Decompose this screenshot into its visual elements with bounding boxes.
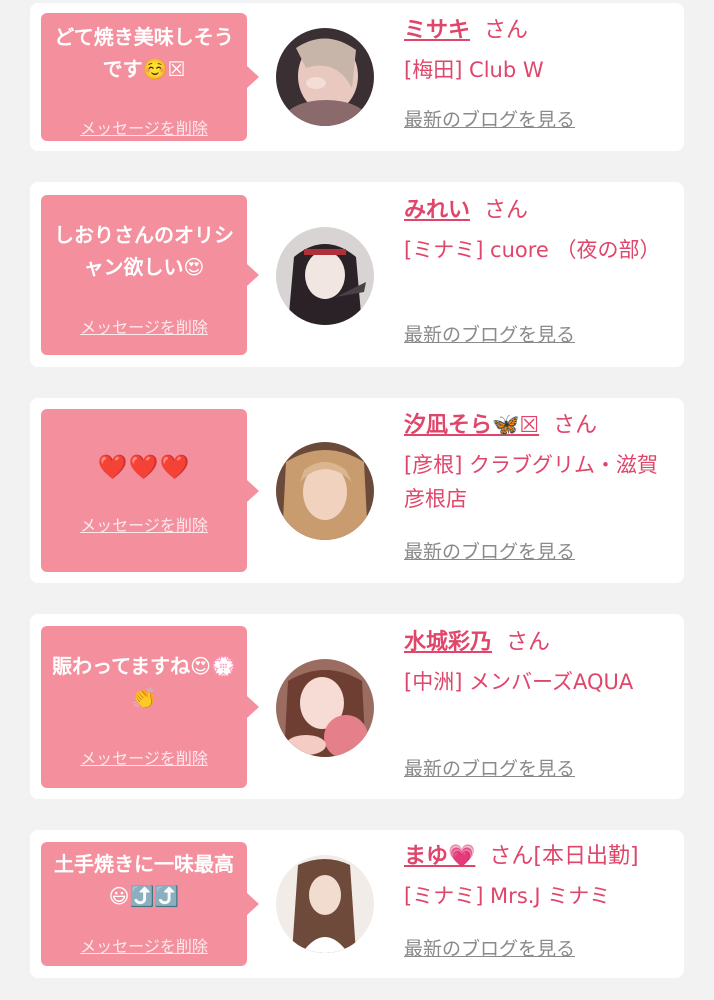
honorific: さん: [553, 413, 598, 438]
avatar[interactable]: [276, 855, 374, 953]
sender-info: ミサキ さん [梅田] Club W: [404, 14, 668, 87]
sender-info: みれい さん [ミナミ] cuore （夜の部）: [404, 194, 668, 267]
message-card: どて焼き美味しそうです☺️☒ メッセージを削除 ミサキ さん [梅田] Club …: [30, 3, 684, 151]
message-list: どて焼き美味しそうです☺️☒ メッセージを削除 ミサキ さん [梅田] Club …: [0, 0, 714, 1000]
sender-name-link[interactable]: 汐凪そら🦋☒: [404, 413, 539, 438]
sender-name-link[interactable]: ミサキ: [404, 18, 470, 43]
shop-name: [梅田] Club W: [404, 58, 544, 82]
message-text: どて焼き美味しそうです☺️☒: [54, 25, 234, 81]
shop-name: [ミナミ] Mrs.J ミナミ: [404, 884, 611, 908]
avatar[interactable]: [276, 659, 374, 757]
delete-message-link[interactable]: メッセージを削除: [41, 317, 247, 339]
message-bubble: しおりさんのオリシャン欲しい😍 メッセージを削除: [41, 195, 259, 355]
message-bubble: 賑わってますね😍💮👏 メッセージを削除: [41, 626, 259, 788]
sender-name-link[interactable]: 水城彩乃: [404, 630, 492, 655]
honorific: さん: [506, 630, 551, 655]
message-card: ❤️❤️❤️ メッセージを削除 汐凪そら🦋☒ さん [彦根] クラブグリム・滋賀彦…: [30, 398, 684, 583]
avatar-photo: [276, 227, 374, 325]
latest-blog-link[interactable]: 最新のブログを見る: [404, 539, 575, 565]
message-text: ❤️❤️❤️: [97, 453, 191, 481]
shop-name: [彦根] クラブグリム・滋賀彦根店: [404, 453, 659, 511]
sender-info: 汐凪そら🦋☒ さん [彦根] クラブグリム・滋賀彦根店: [404, 409, 668, 516]
latest-blog-link[interactable]: 最新のブログを見る: [404, 107, 575, 133]
avatar-photo: [276, 659, 374, 757]
delete-message-link[interactable]: メッセージを削除: [41, 748, 247, 770]
avatar-photo: [276, 855, 374, 953]
sender-name-link[interactable]: みれい: [404, 198, 470, 223]
honorific: さん[本日出勤]: [489, 844, 639, 869]
honorific: さん: [484, 198, 529, 223]
shop-name: [中洲] メンバーズAQUA: [404, 670, 634, 694]
delete-message-link[interactable]: メッセージを削除: [41, 936, 247, 958]
shop-name: [ミナミ] cuore （夜の部）: [404, 238, 661, 262]
sender-info: 水城彩乃 さん [中洲] メンバーズAQUA: [404, 626, 668, 699]
avatar[interactable]: [276, 28, 374, 126]
avatar[interactable]: [276, 227, 374, 325]
message-bubble: ❤️❤️❤️ メッセージを削除: [41, 409, 259, 572]
message-text: 土手焼きに一味最高😃⤴️⤴️: [54, 852, 234, 908]
message-bubble: 土手焼きに一味最高😃⤴️⤴️ メッセージを削除: [41, 842, 259, 966]
avatar-photo: [276, 28, 374, 126]
message-text: 賑わってますね😍💮👏: [52, 654, 236, 710]
avatar[interactable]: [276, 442, 374, 540]
delete-message-link[interactable]: メッセージを削除: [41, 118, 247, 140]
message-text: しおりさんのオリシャン欲しい😍: [54, 223, 234, 279]
avatar-photo: [276, 442, 374, 540]
message-bubble: どて焼き美味しそうです☺️☒ メッセージを削除: [41, 13, 259, 141]
latest-blog-link[interactable]: 最新のブログを見る: [404, 322, 575, 348]
sender-name-link[interactable]: まゆ💗: [404, 844, 475, 869]
honorific: さん: [484, 18, 529, 43]
sender-info: まゆ💗 さん[本日出勤] [ミナミ] Mrs.J ミナミ: [404, 840, 668, 913]
message-card: 土手焼きに一味最高😃⤴️⤴️ メッセージを削除 まゆ💗 さん[本日出勤] [ミナミ…: [30, 830, 684, 978]
delete-message-link[interactable]: メッセージを削除: [41, 515, 247, 537]
message-card: 賑わってますね😍💮👏 メッセージを削除 水城彩乃 さん [中洲] メンバーズAQU…: [30, 614, 684, 799]
latest-blog-link[interactable]: 最新のブログを見る: [404, 936, 575, 962]
latest-blog-link[interactable]: 最新のブログを見る: [404, 756, 575, 782]
message-card: しおりさんのオリシャン欲しい😍 メッセージを削除 みれい さん [ミナミ] cuo…: [30, 182, 684, 367]
